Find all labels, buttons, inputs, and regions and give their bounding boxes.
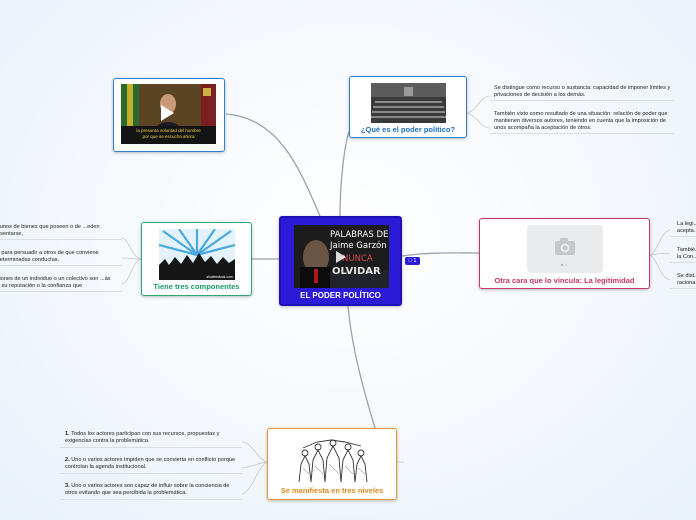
niveles-item-2-line [60,473,242,474]
link-que-es [339,129,351,217]
componentes-image: shutterstock.com [159,229,235,280]
legitimidad-item-3: Se dist... raciona... [677,273,696,286]
que-es-node[interactable]: ¿Qué es el poder político? [349,76,467,138]
central-image-line-4: OLVIDAR [332,266,381,277]
play-icon[interactable] [161,105,174,121]
play-icon[interactable] [336,251,346,263]
central-node[interactable]: PALABRAS DE Jaime Garzón NUNCA OLVIDAR E… [279,216,402,306]
componentes-item-2: ...d para persuadir a otros de que convi… [0,250,99,263]
niveles-item-1-text: Todos los actores participan con sus rec… [65,431,220,444]
legitimidad-item-3-line [670,288,696,289]
componentes-title: Tiene tres componentes [153,282,240,291]
niveles-item-1-line [60,447,242,448]
componentes-node[interactable]: shutterstock.com Tiene tres componentes [141,222,252,296]
que-es-item-1-line [490,100,674,101]
central-image: PALABRAS DE Jaime Garzón NUNCA OLVIDAR [294,225,389,288]
componentes-item-1: ...gunos de bienes que poseen o de ...ed… [0,224,100,237]
niveles-item-2-num: 2. [65,457,70,463]
componentes-item-3: ...ciones de un individuo o un colectivo… [0,276,111,289]
niveles-item-1-num: 1. [65,431,70,437]
componentes-item-2-line [0,265,122,266]
que-es-image [371,83,446,123]
niveles-item-1: 1. Todos los actores participan con sus … [65,431,241,445]
video-node[interactable]: la presunta voluntad del hombre por que … [113,78,225,152]
video-thumbnail: la presunta voluntad del hombre por que … [121,84,216,144]
link-niveles [347,305,376,429]
legitimidad-node[interactable]: Otra cara que lo vincula: La legitimidad [479,218,650,289]
que-es-item-1: Se distingue como recurso o sustancia: c… [494,85,671,98]
legitimidad-item-1: La legi... acepta... [677,221,696,234]
niveles-item-3: 3. Uno o varios actores son capaz de inf… [65,483,241,497]
legitimidad-item-1-line [670,236,696,237]
legitimidad-item-2: Tambié... la Con... [677,247,696,260]
niveles-item-2-text: Uno o varios actores impiden que se conv… [65,457,236,470]
central-image-line-3: NUNCA [342,254,373,264]
link-legitimidad [401,252,481,257]
note-count: 1 [413,258,417,264]
camera-icon [527,225,603,273]
niveles-node[interactable]: Se manifiesta en tres niveles [267,428,397,500]
central-image-line-1: PALABRAS DE [330,230,389,240]
niveles-item-3-line [60,499,242,500]
que-es-title: ¿Qué es el poder político? [360,125,456,134]
video-subtitle-2: por que se escucha ahora [142,134,195,139]
componentes-item-3-line [0,291,122,292]
video-subtitle-1: la presunta voluntad del hombre [136,128,201,133]
niveles-item-3-num: 3. [65,483,70,489]
componentes-item-1-line [0,239,122,240]
niveles-item-3-text: Uno o varios actores son capaz de influi… [65,483,230,496]
niveles-title: Se manifiesta en tres niveles [280,486,384,495]
central-image-line-2: Jaime Garzón [330,241,387,251]
central-title: EL PODER POLÍTICO [300,291,381,300]
legitimidad-item-2-line [670,262,696,263]
legitimidad-title: Otra cara que lo vincula: La legitimidad [494,276,635,285]
note-icon[interactable]: □ 1 [405,257,420,265]
niveles-image [295,434,371,484]
componentes-image-caption: shutterstock.com [206,275,233,279]
que-es-item-2: También visto como resultado de una situ… [494,111,668,131]
link-video [225,113,321,217]
niveles-item-2: 2. Uno o varios actores impiden que se c… [65,457,241,471]
que-es-item-2-line [490,133,674,134]
